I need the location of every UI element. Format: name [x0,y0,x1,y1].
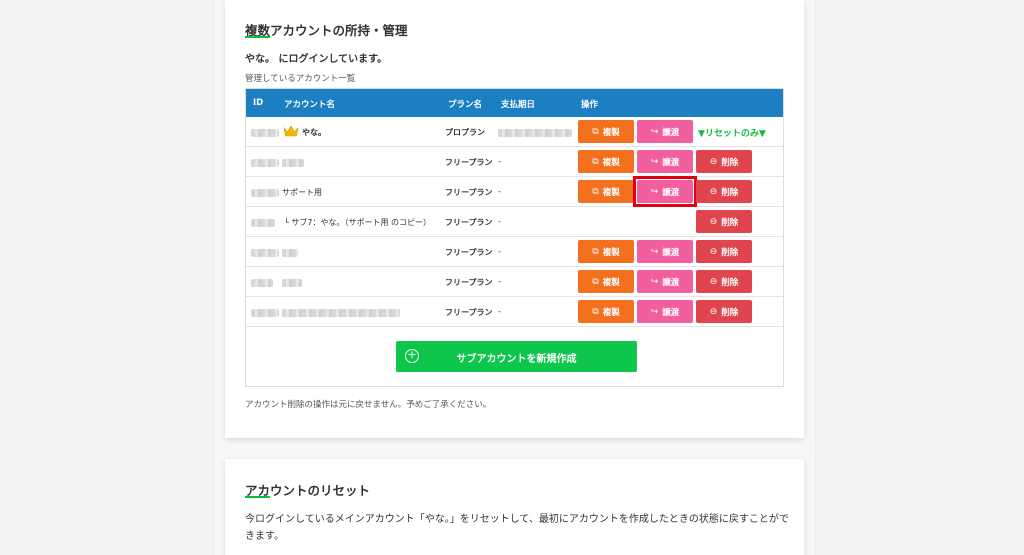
share-arrow-icon: ↪ [650,276,659,287]
copy-button[interactable]: ⧉ 複製 [578,180,634,203]
copy-button[interactable]: ⧉ 複製 [578,300,634,323]
reset-description: 今ログインしているメインアカウント「やな。」をリセットして、最初にアカウントを作… [245,514,789,542]
plan-name: フリープラン [445,158,493,167]
due-date: - [498,217,501,226]
redacted-id [251,159,279,167]
header-due-date: 支払期日 [501,100,536,110]
header-plan: プラン名 [448,100,483,110]
table-row: やな。 プロプラン ⧉ 複製 ↪ 譲渡 ▼リセットのみ▼ [246,117,783,147]
table-row: └ サブ7：やな。（サポート用 のコピー） フリープラン - ⊖ 削除 [246,207,783,237]
crown-icon [283,125,299,137]
transfer-button[interactable]: ↪ 譲渡 [637,240,693,263]
redacted-account-name [282,309,400,317]
account-name: サポート用 [282,188,322,197]
transfer-button[interactable]: ↪ 譲渡 [637,270,693,293]
delete-button[interactable]: ⊖ 削除 [696,210,752,233]
header-account-name: アカウント名 [284,100,336,110]
due-date: - [498,157,501,166]
redacted-id [251,279,273,287]
multi-account-card: 複数アカウントの所持・管理 やな。 にログインしています。 管理しているアカウン… [225,0,804,438]
account-name: └ サブ7：やな。（サポート用 のコピー） [284,218,431,227]
transfer-button[interactable]: ↪ 譲渡 [637,150,693,173]
copy-icon: ⧉ [592,156,599,167]
copy-button[interactable]: ⧉ 複製 [578,120,634,143]
transfer-button-highlighted[interactable]: ↪ 譲渡 [637,180,693,203]
table-row: サポート用 フリープラン - ⧉ 複製 ↪ 譲渡 ⊖ 削除 [246,176,783,207]
share-arrow-icon: ↪ [650,126,659,137]
copy-button[interactable]: ⧉ 複製 [578,150,634,173]
plan-name: フリープラン [445,248,493,257]
table-header: ID アカウント名 プラン名 支払期日 操作 [246,89,783,117]
minus-circle-icon: ⊖ [709,156,718,167]
account-name: やな。 [302,128,326,137]
table-row: フリープラン - ⧉ 複製 ↪ 譲渡 ⊖ 削除 [246,297,783,327]
due-date: - [498,187,501,196]
delete-button[interactable]: ⊖ 削除 [696,240,752,263]
header-actions: 操作 [581,100,599,110]
account-reset-card: アカウントのリセット 今ログインしているメインアカウント「やな。」をリセットして… [225,459,804,555]
header-id: ID [253,98,264,108]
table-row: フリープラン - ⧉ 複製 ↪ 譲渡 ⊖ 削除 [246,147,783,177]
share-arrow-icon: ↪ [650,306,659,317]
redacted-id [251,189,279,197]
delete-warning-note: アカウント削除の操作は元に戻せません。予めご了承ください。 [245,400,492,410]
copy-button[interactable]: ⧉ 複製 [578,240,634,263]
redacted-account-name [282,159,304,167]
redacted-id [251,249,279,257]
share-arrow-icon: ↪ [650,186,659,197]
title-underline [245,496,270,498]
redacted-id [251,129,279,137]
delete-button[interactable]: ⊖ 削除 [696,150,752,173]
copy-icon: ⧉ [592,276,599,287]
minus-circle-icon: ⊖ [709,276,718,287]
plan-name: フリープラン [445,218,493,227]
create-sub-account-button[interactable]: + サブアカウントを新規作成 [396,341,637,372]
delete-button[interactable]: ⊖ 削除 [696,180,752,203]
title-underline [245,36,270,38]
share-arrow-icon: ↪ [650,156,659,167]
copy-icon: ⧉ [592,306,599,317]
minus-circle-icon: ⊖ [709,186,718,197]
copy-button[interactable]: ⧉ 複製 [578,270,634,293]
redacted-id [251,219,275,227]
share-arrow-icon: ↪ [650,246,659,257]
plan-name: プロプラン [445,128,485,137]
login-message: やな。 にログインしています。 [245,54,388,65]
account-table: ID アカウント名 プラン名 支払期日 操作 やな。 プロプラン ⧉ 複製 ↪ 譲渡… [245,88,784,387]
transfer-button[interactable]: ↪ 譲渡 [637,120,693,143]
copy-icon: ⧉ [592,186,599,197]
due-date: - [498,307,501,316]
account-list-label: 管理しているアカウント一覧 [245,74,356,84]
redacted-due-date [498,129,572,137]
due-date: - [498,247,501,256]
redacted-account-name [282,249,298,257]
minus-circle-icon: ⊖ [709,246,718,257]
reset-only-link[interactable]: ▼リセットのみ▼ [698,126,766,139]
plan-name: フリープラン [445,278,493,287]
copy-icon: ⧉ [592,126,599,137]
plan-name: フリープラン [445,308,493,317]
redacted-account-name [282,279,302,287]
copy-icon: ⧉ [592,246,599,257]
plan-name: フリープラン [445,188,493,197]
minus-circle-icon: ⊖ [709,306,718,317]
due-date: - [498,277,501,286]
minus-circle-icon: ⊖ [709,216,718,227]
table-row: フリープラン - ⧉ 複製 ↪ 譲渡 ⊖ 削除 [246,237,783,267]
delete-button[interactable]: ⊖ 削除 [696,270,752,293]
redacted-id [251,309,279,317]
table-row: フリープラン - ⧉ 複製 ↪ 譲渡 ⊖ 削除 [246,267,783,297]
transfer-button[interactable]: ↪ 譲渡 [637,300,693,323]
delete-button[interactable]: ⊖ 削除 [696,300,752,323]
